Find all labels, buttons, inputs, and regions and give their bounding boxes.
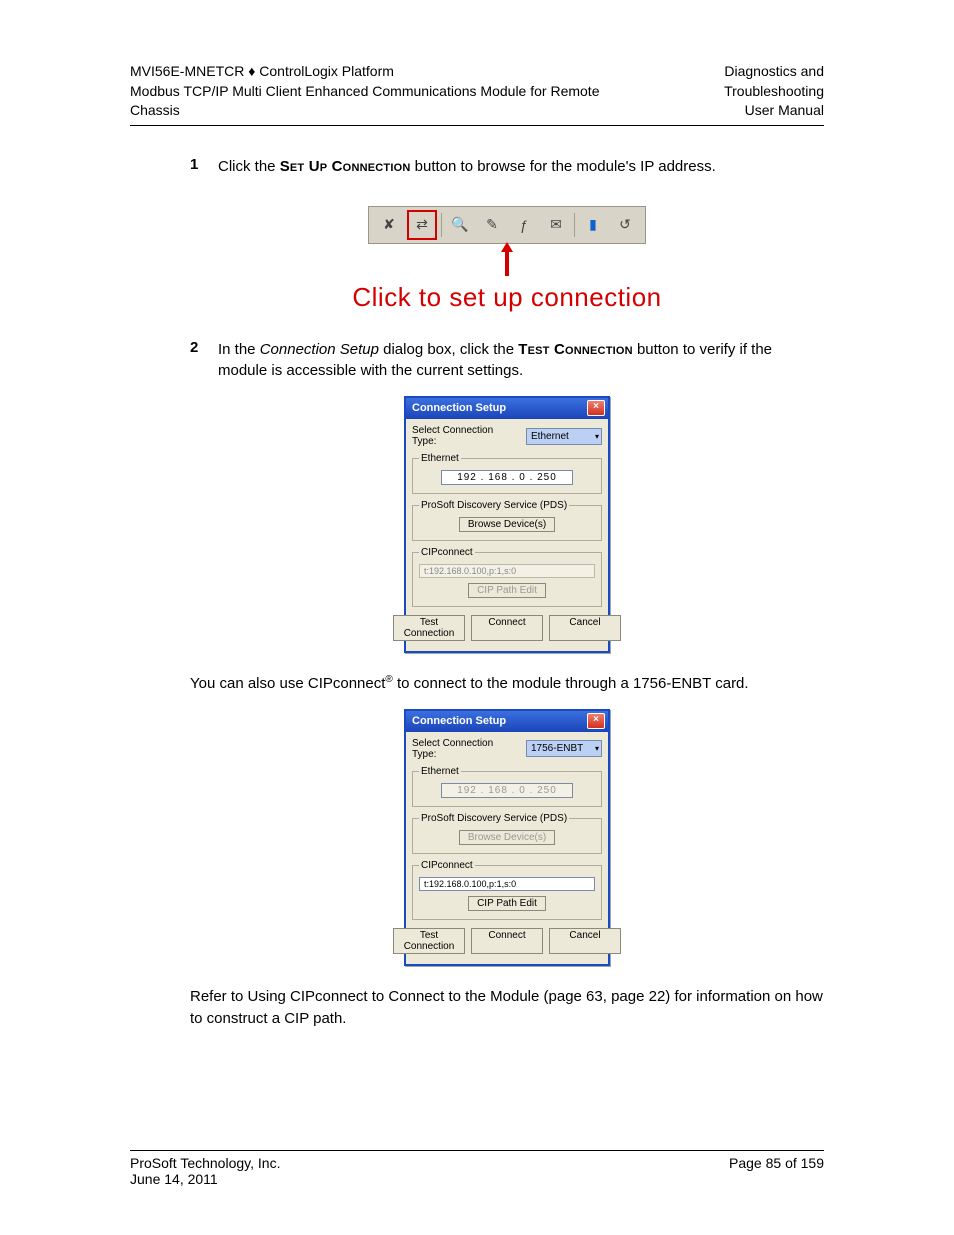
dialog-2-figure: Connection Setup × Select Connection Typ… [190,709,824,966]
header-subtitle: Modbus TCP/IP Multi Client Enhanced Comm… [130,82,630,121]
header-rule [130,125,824,126]
cancel-button[interactable]: Cancel [549,615,621,641]
cipconnect-paragraph: You can also use CIPconnect® to connect … [190,673,824,695]
dialog-title: Connection Setup [412,402,506,414]
step-2: 2 In the Connection Setup dialog box, cl… [190,339,824,383]
page-content: 1 Click the Set Up Connection button to … [130,156,824,1030]
pds-legend: ProSoft Discovery Service (PDS) [419,813,569,824]
text: dialog box, click the [379,341,518,358]
page-footer: ProSoft Technology, Inc. June 14, 2011 P… [130,1150,824,1187]
pds-group: ProSoft Discovery Service (PDS) Browse D… [412,813,602,854]
footer-rule [130,1150,824,1151]
text: In the [218,341,260,358]
connection-type-dropdown[interactable]: Ethernet [526,428,602,445]
ip-address-input: 192 . 168 . 0 . 250 [441,783,573,798]
set-up-connection-label: Set Up Connection [280,158,411,175]
test-connection-button[interactable]: Test Connection [393,615,465,641]
cip-path-input[interactable]: t:192.168.0.100,p:1,s:0 [419,877,595,891]
text: to connect to the module through a 1756-… [393,675,749,692]
header-right: Diagnostics and Troubleshooting User Man… [630,62,824,121]
text: You can also use CIPconnect [190,675,385,692]
cip-path-display: t:192.168.0.100,p:1,s:0 [419,564,595,578]
toolbar: ✘ ⇄ 🔍 ✎ ƒ ✉ ▮ ↺ [368,206,646,244]
select-connection-label: Select Connection Type: [412,425,520,447]
header-section: Diagnostics and Troubleshooting [630,62,824,101]
dialog-title: Connection Setup [412,715,506,727]
cipconnect-legend: CIPconnect [419,547,475,558]
footer-date: June 14, 2011 [130,1171,280,1187]
select-connection-label: Select Connection Type: [412,738,520,760]
header-doc-type: User Manual [630,101,824,121]
ethernet-group: Ethernet 192 . 168 . 0 . 250 [412,453,602,494]
dialog-1-figure: Connection Setup × Select Connection Typ… [190,396,824,653]
cipconnect-legend: CIPconnect [419,860,475,871]
pds-legend: ProSoft Discovery Service (PDS) [419,500,569,511]
test-connection-label: Test Connection [518,341,633,358]
toolbar-btn-edit[interactable]: ✎ [478,211,506,239]
cipconnect-group: CIPconnect t:192.168.0.100,p:1,s:0 CIP P… [412,860,602,920]
connect-button[interactable]: Connect [471,928,543,954]
registered-mark: ® [385,674,392,685]
toolbar-btn-zoom[interactable]: 🔍 [446,211,474,239]
footer-left: ProSoft Technology, Inc. June 14, 2011 [130,1155,280,1187]
annotation-arrow [190,242,824,280]
cip-path-edit-button[interactable]: CIP Path Edit [468,896,546,911]
step-number: 2 [190,339,218,383]
ip-address-input[interactable]: 192 . 168 . 0 . 250 [441,470,573,485]
text: Click the [218,158,280,175]
toolbar-btn-fx[interactable]: ƒ [510,211,538,239]
toolbar-btn-1[interactable]: ✘ [375,211,403,239]
header-platform: ControlLogix Platform [255,63,394,79]
page-number: Page 85 of 159 [729,1155,824,1187]
pds-group: ProSoft Discovery Service (PDS) Browse D… [412,500,602,541]
browse-devices-button[interactable]: Browse Device(s) [459,517,555,532]
close-icon[interactable]: × [587,400,605,416]
document-page: MVI56E-MNETCR ♦ ControlLogix Platform Mo… [0,0,954,1235]
toolbar-separator [441,213,442,237]
cancel-button[interactable]: Cancel [549,928,621,954]
connect-button[interactable]: Connect [471,615,543,641]
step-text: Click the Set Up Connection button to br… [218,156,716,178]
cipconnect-group: CIPconnect t:192.168.0.100,p:1,s:0 CIP P… [412,547,602,607]
ethernet-legend: Ethernet [419,766,461,777]
page-header: MVI56E-MNETCR ♦ ControlLogix Platform Mo… [130,62,824,121]
toolbar-btn-chart[interactable]: ▮ [579,211,607,239]
step-1: 1 Click the Set Up Connection button to … [190,156,824,178]
toolbar-figure: ✘ ⇄ 🔍 ✎ ƒ ✉ ▮ ↺ [190,206,824,280]
connection-setup-dialog-enbt: Connection Setup × Select Connection Typ… [404,709,610,966]
close-icon[interactable]: × [587,713,605,729]
toolbar-caption: Click to set up connection [190,282,824,313]
header-product: MVI56E-MNETCR [130,63,248,79]
company-name: ProSoft Technology, Inc. [130,1155,280,1171]
ethernet-legend: Ethernet [419,453,461,464]
toolbar-btn-refresh[interactable]: ↺ [611,211,639,239]
ethernet-group: Ethernet 192 . 168 . 0 . 250 [412,766,602,807]
text: button to browse for the module's IP add… [411,158,716,175]
cip-path-edit-button[interactable]: CIP Path Edit [468,583,546,598]
toolbar-separator [574,213,575,237]
header-left: MVI56E-MNETCR ♦ ControlLogix Platform Mo… [130,62,630,121]
set-up-connection-button[interactable]: ⇄ [407,210,437,240]
step-text: In the Connection Setup dialog box, clic… [218,339,824,383]
connection-type-dropdown[interactable]: 1756-ENBT [526,740,602,757]
dialog-titlebar: Connection Setup × [406,398,608,419]
dialog-name: Connection Setup [260,341,379,358]
toolbar-btn-mail[interactable]: ✉ [542,211,570,239]
connection-setup-dialog: Connection Setup × Select Connection Typ… [404,396,610,653]
browse-devices-button: Browse Device(s) [459,830,555,845]
test-connection-button[interactable]: Test Connection [393,928,465,954]
step-number: 1 [190,156,218,178]
refer-paragraph: Refer to Using CIPconnect to Connect to … [190,986,824,1030]
dialog-titlebar: Connection Setup × [406,711,608,732]
